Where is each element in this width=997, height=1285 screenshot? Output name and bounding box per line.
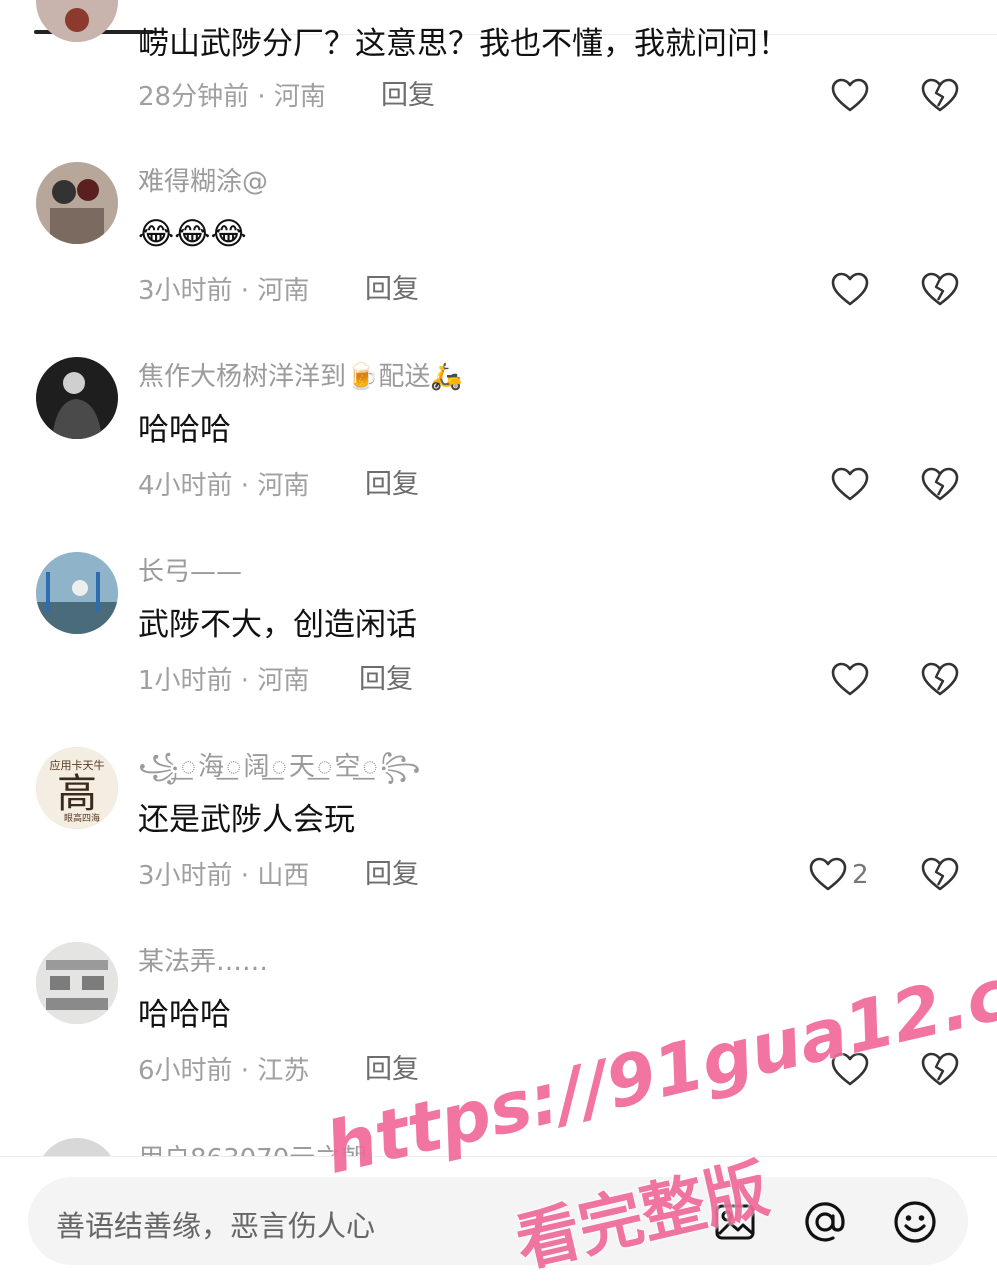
at-icon[interactable] <box>802 1199 848 1245</box>
like-button[interactable] <box>830 660 870 700</box>
comment-time-location: 1小时前 · 河南 <box>138 666 310 696</box>
comment-username[interactable]: 难得糊涂@ <box>138 166 268 198</box>
comment-text: 武陟不大，创造闲话 <box>138 607 417 643</box>
avatar[interactable] <box>36 162 118 244</box>
dislike-button[interactable] <box>920 465 960 505</box>
reply-button[interactable]: 回复 <box>365 273 419 307</box>
broken-heart-icon <box>921 1052 959 1086</box>
watermark-url: https://91gua12.com <box>318 925 997 1190</box>
avatar[interactable] <box>36 357 118 439</box>
comment-time-location: 3小时前 · 河南 <box>138 276 310 306</box>
emoji-icon[interactable] <box>892 1199 938 1245</box>
comment-username[interactable]: 某法弄…… <box>138 946 268 978</box>
comment-username[interactable]: 长弓—— <box>138 556 242 588</box>
avatar[interactable] <box>36 942 118 1024</box>
comment-input[interactable]: 善语结善缘，恶言伤人心 <box>28 1177 968 1265</box>
dislike-button[interactable] <box>920 76 960 116</box>
dislike-button[interactable] <box>920 855 960 895</box>
heart-icon <box>831 78 869 112</box>
comment-text: 哈哈哈 <box>138 412 231 448</box>
broken-heart-icon <box>921 857 959 891</box>
broken-heart-icon <box>921 272 959 306</box>
dislike-button[interactable] <box>920 1050 960 1090</box>
dislike-button[interactable] <box>920 270 960 310</box>
comment-text: 😂😂😂 <box>138 216 247 252</box>
heart-icon <box>831 662 869 696</box>
broken-heart-icon <box>921 78 959 112</box>
dislike-button[interactable] <box>920 660 960 700</box>
reply-button[interactable]: 回复 <box>365 468 419 502</box>
comment-text: 崂山武陟分厂？这意思？我也不懂，我就问问！ <box>138 26 789 62</box>
heart-icon <box>809 857 847 891</box>
avatar[interactable] <box>36 552 118 634</box>
reply-button[interactable]: 回复 <box>365 1053 419 1087</box>
broken-heart-icon <box>921 662 959 696</box>
avatar[interactable] <box>36 0 118 42</box>
avatar-seal-top: 应用卡天牛 <box>50 758 105 772</box>
reply-button[interactable]: 回复 <box>359 663 413 697</box>
comment-username[interactable]: ꧁꯭海꯭阔꯭天꯭空꯭꧂ <box>138 751 422 783</box>
avatar[interactable]: 应用卡天牛 高 眼高四海 <box>36 747 118 829</box>
comment-text: 哈哈哈 <box>138 997 231 1033</box>
comment-username[interactable]: 焦作大杨树洋洋到🍺配送🛵 <box>138 361 463 393</box>
comment-time-location: 6小时前 · 江苏 <box>138 1056 310 1086</box>
comment-time-location: 3小时前 · 山西 <box>138 861 310 891</box>
reply-button[interactable]: 回复 <box>381 79 435 113</box>
reply-button[interactable]: 回复 <box>365 858 419 892</box>
avatar-seal-char: 高 <box>57 771 97 817</box>
like-button[interactable] <box>808 855 848 895</box>
like-button[interactable] <box>830 270 870 310</box>
comment-input-placeholder: 善语结善缘，恶言伤人心 <box>56 1209 376 1243</box>
like-button[interactable] <box>830 76 870 116</box>
heart-icon <box>831 467 869 501</box>
comment-time-location: 4小时前 · 河南 <box>138 471 310 501</box>
comment-input-bar: 善语结善缘，恶言伤人心 <box>0 1156 997 1281</box>
avatar-seal-bottom: 眼高四海 <box>64 812 100 824</box>
comment-time-location: 28分钟前 · 河南 <box>138 82 326 112</box>
broken-heart-icon <box>921 467 959 501</box>
comment-text: 还是武陟人会玩 <box>138 802 355 838</box>
like-count: 2 <box>852 860 869 890</box>
like-button[interactable] <box>830 465 870 505</box>
heart-icon <box>831 272 869 306</box>
